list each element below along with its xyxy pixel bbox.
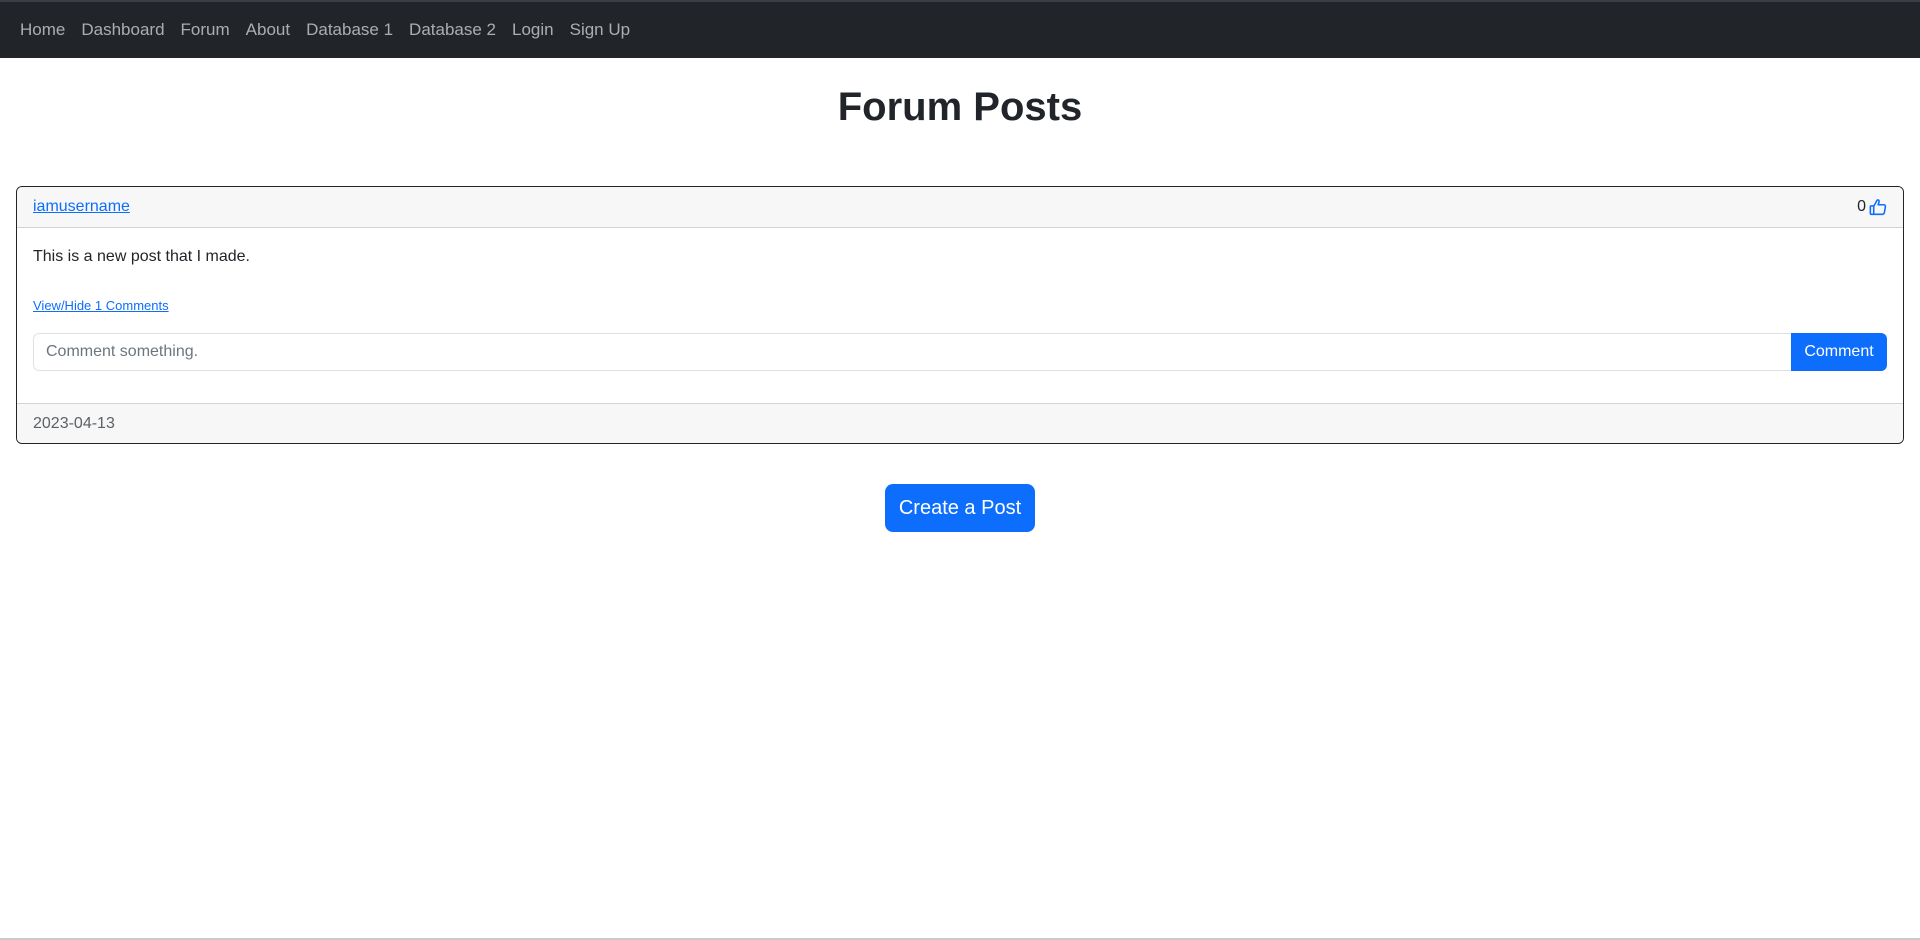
comment-button[interactable]: Comment <box>1791 333 1887 371</box>
nav-link-sign-up[interactable]: Sign Up <box>570 20 630 40</box>
post-card-header: iamusername 0 <box>17 187 1903 228</box>
nav-link-database-1[interactable]: Database 1 <box>306 20 393 40</box>
top-navbar: Home Dashboard Forum About Database 1 Da… <box>0 0 1920 58</box>
like-counter: 0 <box>1857 197 1887 217</box>
nav-link-about[interactable]: About <box>246 20 290 40</box>
toggle-comments-link[interactable]: View/Hide 1 Comments <box>33 298 169 313</box>
nav-link-home[interactable]: Home <box>20 20 65 40</box>
thumbs-up-icon[interactable] <box>1869 198 1887 216</box>
page-title: Forum Posts <box>837 85 1083 129</box>
post-card-body: This is a new post that I made. View/Hid… <box>17 228 1903 403</box>
nav-link-database-2[interactable]: Database 2 <box>409 20 496 40</box>
post-card-footer: 2023-04-13 <box>17 403 1903 443</box>
like-count: 0 <box>1857 198 1866 215</box>
post-date: 2023-04-13 <box>33 415 115 432</box>
create-post-button[interactable]: Create a Post <box>885 484 1035 532</box>
post-content: This is a new post that I made. <box>33 248 250 265</box>
comment-form: Comment <box>33 333 1887 371</box>
comment-input[interactable] <box>33 333 1791 371</box>
nav-link-forum[interactable]: Forum <box>181 20 230 40</box>
nav-link-dashboard[interactable]: Dashboard <box>81 20 164 40</box>
post-card: iamusername 0 This is a new post that I … <box>16 186 1904 444</box>
post-author-link[interactable]: iamusername <box>33 198 130 216</box>
nav-link-login[interactable]: Login <box>512 20 554 40</box>
